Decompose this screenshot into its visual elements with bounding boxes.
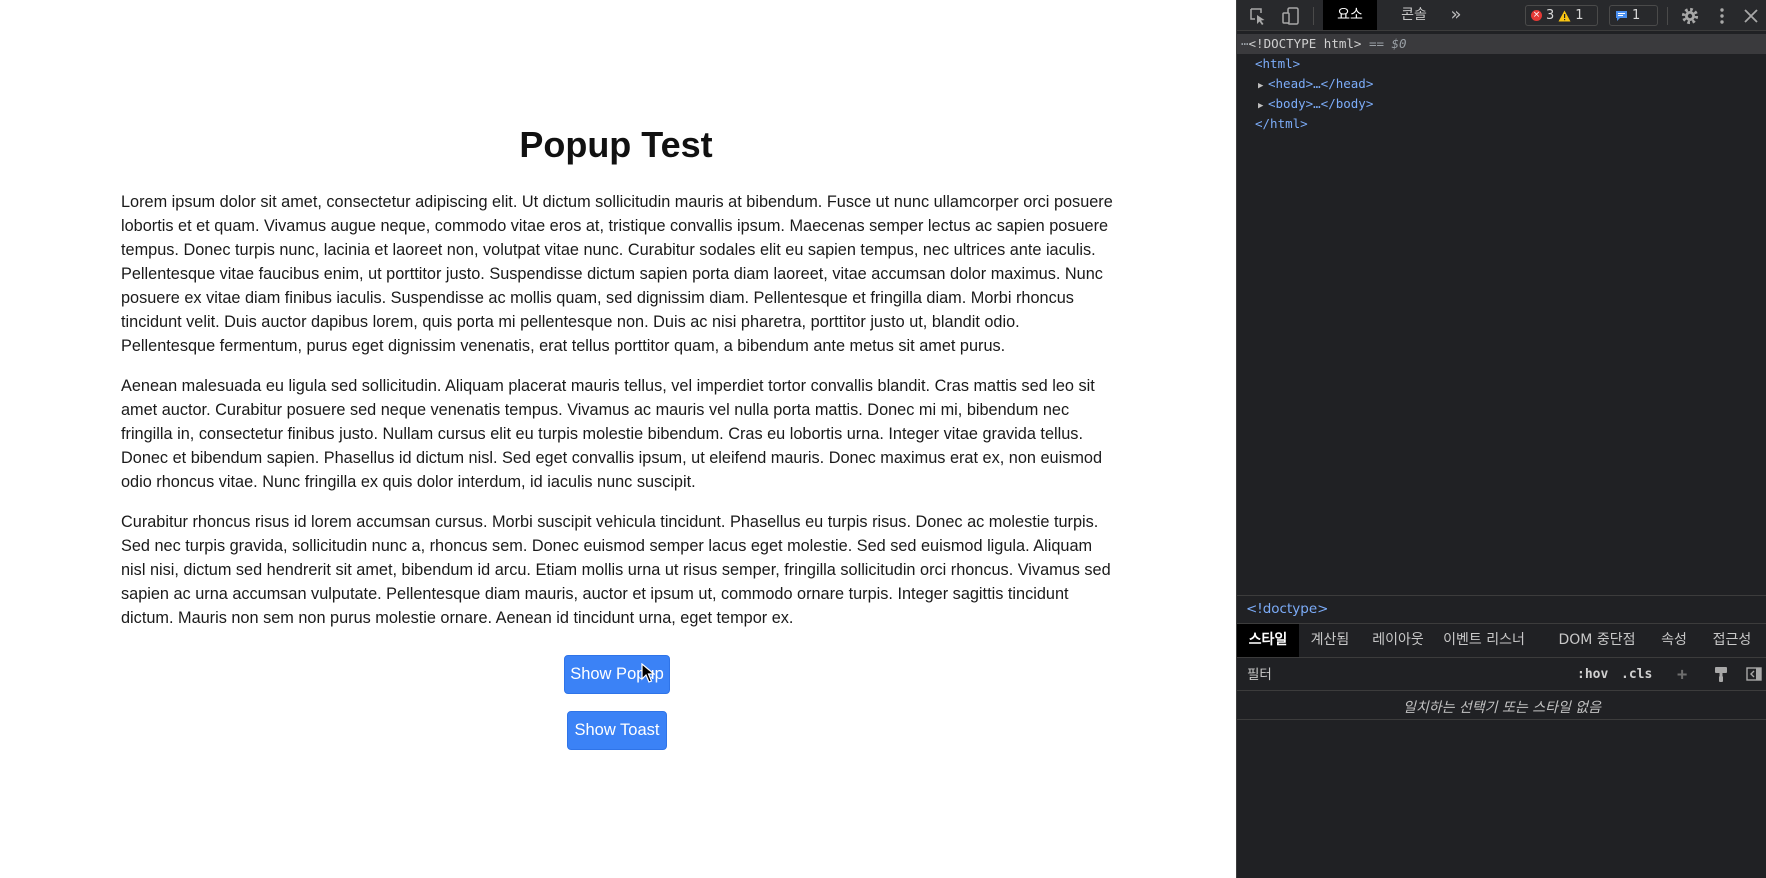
more-tabs-chevron-icon[interactable]: » <box>1444 0 1468 30</box>
toolbar-divider <box>1313 7 1314 25</box>
paint-brush-icon[interactable] <box>1712 665 1730 683</box>
hover-state-toggle[interactable]: :hov <box>1577 665 1608 685</box>
dom-node-html-close[interactable]: </html> <box>1237 114 1766 134</box>
inspect-element-icon[interactable] <box>1248 6 1268 26</box>
dom-tree: ⋯<!DOCTYPE html> == $0 <html> ▶ <head>…</… <box>1237 34 1766 134</box>
selected-node-marker: == $0 <box>1368 36 1407 51</box>
paragraph-1: Lorem ipsum dolor sit amet, consectetur … <box>121 193 1113 355</box>
paragraph-2: Aenean malesuada eu ligula sed sollicitu… <box>121 377 1103 491</box>
styles-pane-tabs: 스타일 계산됨 레이아웃 이벤트 리스너 DOM 중단점 속성 접근성 <box>1237 624 1766 658</box>
tab-event-listeners[interactable]: 이벤트 리스너 <box>1437 624 1531 657</box>
doctype-text: <!DOCTYPE html> <box>1248 36 1362 51</box>
devtools-panel: 요소 콘솔 » × 3 1 1 ⋯<!DOCTYPE html> == $0 <… <box>1236 0 1766 878</box>
page-title: Popup Test <box>519 124 713 165</box>
warning-icon <box>1558 10 1571 21</box>
styles-filter-bar: :hov .cls + <box>1237 658 1766 691</box>
settings-gear-icon[interactable] <box>1680 6 1700 26</box>
tab-layout[interactable]: 레이아웃 <box>1367 624 1429 657</box>
kebab-menu-icon[interactable] <box>1712 6 1732 26</box>
tab-elements[interactable]: 요소 <box>1323 0 1377 30</box>
toolbar-divider <box>1667 7 1668 25</box>
mouse-cursor-icon <box>641 663 655 683</box>
breadcrumb: <!doctype> <box>1237 595 1766 624</box>
issues-counter[interactable]: × 3 1 <box>1525 5 1598 26</box>
expand-triangle-icon[interactable]: ▶ <box>1258 76 1268 96</box>
new-style-rule-button[interactable]: + <box>1677 665 1687 685</box>
toggle-sidebar-icon[interactable] <box>1745 665 1763 683</box>
message-count: 1 <box>1632 8 1641 23</box>
tab-styles[interactable]: 스타일 <box>1237 624 1299 657</box>
error-icon: × <box>1531 10 1542 21</box>
page-viewport: Popup Test Lorem ipsum dolor sit amet, c… <box>0 0 1236 878</box>
tab-console[interactable]: 콘솔 <box>1389 0 1439 30</box>
dom-node-html[interactable]: <html> <box>1237 54 1766 74</box>
dom-node-head[interactable]: ▶ <head>…</head> <box>1237 74 1766 94</box>
styles-filter-input[interactable] <box>1243 662 1573 688</box>
breadcrumb-doctype[interactable]: <!doctype> <box>1246 601 1328 617</box>
device-toolbar-icon[interactable] <box>1281 6 1301 26</box>
expand-triangle-icon[interactable]: ▶ <box>1258 96 1268 116</box>
no-matching-styles-message: 일치하는 선택기 또는 스타일 없음 <box>1237 697 1766 720</box>
paragraph-3: Curabitur rhoncus risus id lorem accumsa… <box>121 513 1111 627</box>
error-count: 3 <box>1546 8 1555 23</box>
close-icon[interactable] <box>1741 6 1761 26</box>
tab-dom-breakpoints[interactable]: DOM 중단점 <box>1555 624 1639 657</box>
devtools-toolbar: 요소 콘솔 » × 3 1 1 <box>1237 0 1766 31</box>
tab-computed[interactable]: 계산됨 <box>1303 624 1357 657</box>
warning-count: 1 <box>1575 8 1584 23</box>
dom-node-doctype[interactable]: ⋯<!DOCTYPE html> == $0 <box>1237 34 1766 54</box>
class-toggle[interactable]: .cls <box>1621 665 1652 685</box>
dom-node-body[interactable]: ▶ <body>…</body> <box>1237 94 1766 114</box>
tab-properties[interactable]: 속성 <box>1657 624 1691 657</box>
messages-counter[interactable]: 1 <box>1609 5 1658 26</box>
show-toast-button[interactable]: Show Toast <box>567 711 667 750</box>
tab-accessibility[interactable]: 접근성 <box>1703 624 1761 657</box>
message-icon <box>1616 10 1627 21</box>
